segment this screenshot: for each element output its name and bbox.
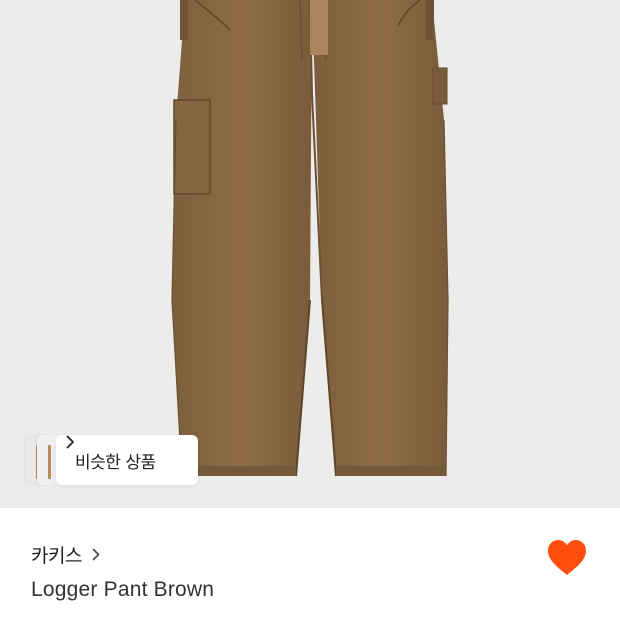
product-image[interactable]: 비슷한 상품	[0, 0, 620, 508]
product-name: Logger Pant Brown	[31, 578, 215, 601]
brand-link[interactable]: 카키스	[31, 541, 100, 568]
chevron-right-icon	[92, 548, 100, 561]
similar-products-label: 비슷한 상품	[75, 452, 156, 473]
similar-products-button[interactable]: 비슷한 상품	[56, 435, 198, 485]
heart-icon[interactable]	[546, 538, 588, 578]
chevron-right-icon	[66, 435, 74, 449]
product-info: 카키스 Logger Pant Brown	[0, 508, 620, 620]
brand-name: 카키스	[31, 545, 82, 567]
similar-products-chip[interactable]: 비슷한 상품	[25, 435, 198, 485]
pants-illustration	[171, 0, 449, 477]
